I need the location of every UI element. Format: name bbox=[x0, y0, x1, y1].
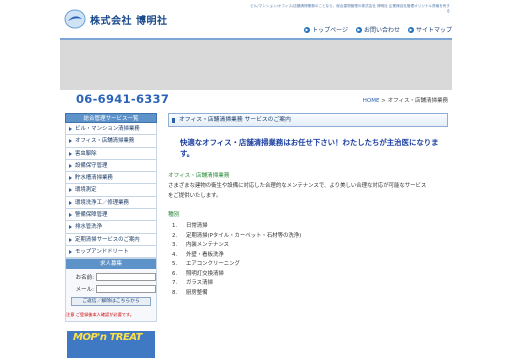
lead-text: 快適なオフィス・店舗清掃業務はお任せ下さい！わたしたちが主治医になります。 bbox=[180, 138, 439, 158]
sidebar-item-equipment-maintenance[interactable]: 設備保守管理 bbox=[65, 159, 157, 173]
name-input[interactable] bbox=[96, 273, 156, 281]
main-banner bbox=[60, 38, 452, 90]
recruit-title: 求人募集 bbox=[66, 259, 156, 269]
tagline: ビル/マンション/オフィス/店舗清掃業務のことなら、総合建物管理の株式会社 博明… bbox=[250, 4, 450, 13]
arrow-icon: ▶ bbox=[304, 26, 311, 33]
list-item: 6. 照明灯交換清掃 bbox=[172, 270, 224, 277]
list-item: 1. 日常清掃 bbox=[172, 223, 208, 229]
sidebar-item-security[interactable]: 警備保障管理 bbox=[65, 209, 157, 222]
sidebar-item-drain-cleaning[interactable]: 排水管洗浄 bbox=[65, 221, 157, 234]
mop-n-treat-banner[interactable]: MOP'n TREAT bbox=[67, 331, 155, 358]
list-item: 3. 内装メンテナンス bbox=[172, 242, 230, 248]
top-nav: ▶ トップページ ▶ お問い合わせ ▶ サイトマップ bbox=[304, 25, 452, 34]
sidebar-item-office-cleaning[interactable]: オフィス・店舗清掃業務 bbox=[65, 135, 157, 148]
breadcrumb-separator: > bbox=[379, 98, 388, 104]
sidebar-item-mop-and-treat[interactable]: モップアンドドリート bbox=[65, 245, 157, 259]
breadcrumb: HOME > オフィス・店舗清掃業務 bbox=[363, 96, 448, 104]
section-description: さまざまな建物の衛生や設備に対応した合理的なメンテナンスで、より美しい合理な対応… bbox=[168, 183, 427, 199]
header: 株式会社 博明社 ビル/マンション/オフィス/店舗清掃業務のことなら、総合建物管… bbox=[60, 0, 452, 38]
service-list: 1. 日常清掃 2. 定期清掃(Pタイル・カーペット・石材等の洗浄) 3. 内装メンテ… bbox=[168, 222, 448, 298]
breadcrumb-home-link[interactable]: HOME bbox=[363, 98, 380, 104]
company-name[interactable]: 株式会社 博明社 bbox=[90, 12, 167, 27]
nav-top-link[interactable]: ▶ トップページ bbox=[304, 25, 348, 34]
sidebar-item-regular-cleaning[interactable]: 定期清掃サービスのご案内 bbox=[65, 233, 157, 246]
name-label: お名前: bbox=[75, 275, 94, 281]
ad-text: MOP'n TREAT bbox=[73, 332, 142, 343]
recruit-note: 注意 ご登録後本人確認が必要です。 bbox=[66, 312, 134, 317]
company-logo-icon[interactable] bbox=[64, 9, 86, 29]
main-content: オフィス・店舗清掃業務 サービスのご案内 快適なオフィス・店舗清掃業務はお任せ下… bbox=[168, 113, 448, 298]
category-title: 種別 bbox=[168, 212, 180, 218]
sidebar-item-water-tank[interactable]: 貯水槽清掃業務 bbox=[65, 172, 157, 185]
sidebar-item-environment-cleaning[interactable]: 環境洗浄工／修理業務 bbox=[65, 196, 157, 210]
phone-number: 06-6941-6337 bbox=[76, 92, 170, 106]
sidebar: 総合管理サービス一覧 ビル・マンション清掃業務 オフィス・店舗清掃業務 害虫駆除… bbox=[65, 113, 157, 259]
list-item: 7. ガラス清掃 bbox=[172, 280, 213, 286]
list-item: 4. 外壁・看板洗浄 bbox=[172, 251, 224, 258]
mail-label: メール: bbox=[75, 287, 94, 293]
content-heading: オフィス・店舗清掃業務 サービスのご案内 bbox=[168, 113, 448, 127]
sidebar-item-environment-measurement[interactable]: 環境測定 bbox=[65, 184, 157, 197]
register-button[interactable]: ご返信／解除はこちらから bbox=[71, 297, 151, 306]
name-row: お名前: bbox=[66, 273, 156, 281]
sidebar-item-building-cleaning[interactable]: ビル・マンション清掃業務 bbox=[65, 123, 157, 136]
mail-input[interactable] bbox=[96, 285, 156, 293]
list-item: 8. 厨房整備 bbox=[172, 289, 208, 296]
mail-row: メール: bbox=[66, 285, 156, 293]
nav-contact-link[interactable]: ▶ お問い合わせ bbox=[355, 25, 400, 34]
breadcrumb-current: オフィス・店舗清掃業務 bbox=[387, 98, 448, 104]
sidebar-item-pest-control[interactable]: 害虫駆除 bbox=[65, 147, 157, 160]
nav-sitemap-link[interactable]: ▶ サイトマップ bbox=[407, 25, 452, 34]
sidebar-title: 総合管理サービス一覧 bbox=[65, 113, 157, 123]
arrow-icon: ▶ bbox=[407, 26, 414, 33]
arrow-icon: ▶ bbox=[355, 26, 362, 33]
section-title: オフィス・店舗清掃業務 bbox=[168, 173, 230, 179]
sidebar-list: ビル・マンション清掃業務 オフィス・店舗清掃業務 害虫駆除 設備保守管理 貯水槽… bbox=[65, 123, 157, 259]
list-item: 5. エアコンクリーニング bbox=[172, 261, 240, 267]
list-item: 2. 定期清掃(Pタイル・カーペット・石材等の洗浄) bbox=[172, 232, 302, 239]
page: 株式会社 博明社 ビル/マンション/オフィス/店舗清掃業務のことなら、総合建物管… bbox=[60, 0, 452, 358]
